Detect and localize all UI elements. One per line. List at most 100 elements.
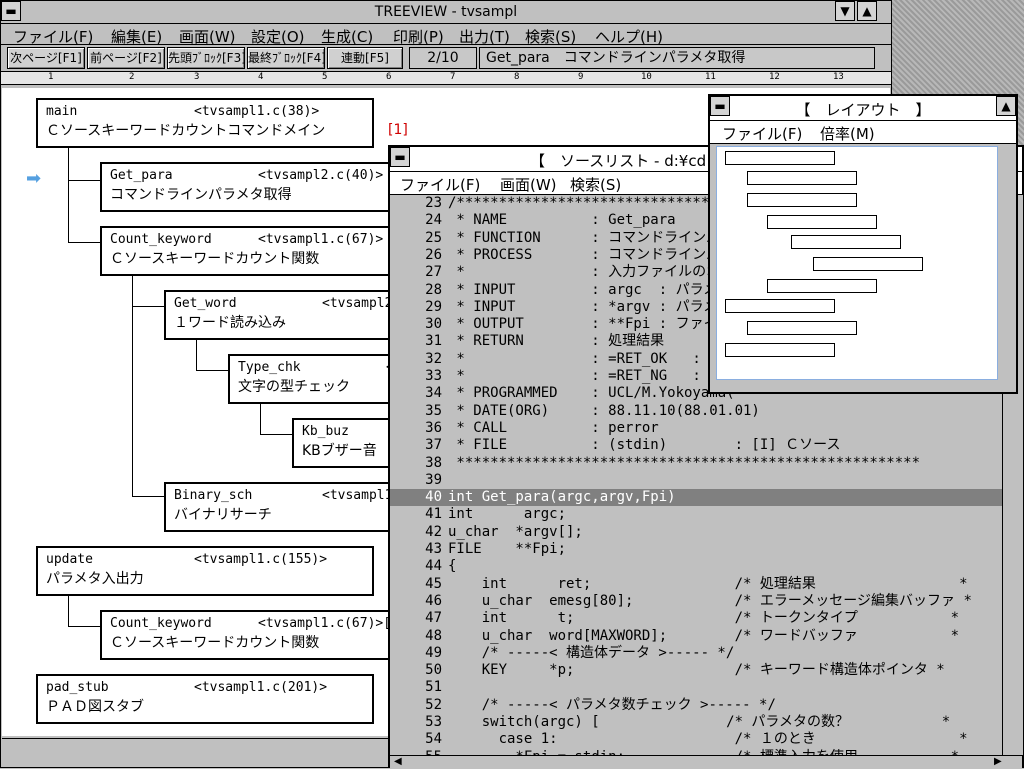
line-number: 51: [425, 679, 442, 696]
menu-search[interactable]: 検索(S): [525, 26, 576, 47]
mini-node: [747, 193, 857, 207]
tree-horizontal-scrollbar[interactable]: [2, 738, 390, 765]
node-name: Count_keyword: [110, 616, 212, 631]
code-line[interactable]: 40 int Get_para(argc,argv,Fpi): [390, 489, 1002, 507]
menu-help[interactable]: ヘルプ(H): [595, 26, 663, 47]
tree-node[interactable]: Count_keyword <tvsampl1.c(67)>[3 Ｃソースキーワー…: [100, 610, 390, 660]
first-block-button[interactable]: 先頭ﾌﾞﾛｯｸ[F3]: [167, 47, 245, 69]
node-desc: Ｃソースキーワードカウント関数: [110, 635, 320, 651]
code-line[interactable]: 47 int t; /* トークンタイプ *: [390, 610, 1002, 627]
line-number: 25: [425, 229, 442, 246]
next-page-button[interactable]: 次ページ[F1]: [7, 47, 85, 69]
tree-connector: [196, 370, 228, 371]
line-number: 27: [425, 264, 442, 281]
line-text: int Get_para(argc,argv,Fpi): [448, 489, 676, 506]
window-title: TREEVIEW - tvsampl: [374, 4, 518, 20]
tree-node[interactable]: Get_word <tvsampl2. １ワード読み込み: [164, 290, 390, 340]
line-text: * INPUT : argc : パラメタ: [448, 281, 732, 298]
code-line[interactable]: 52 /* -----< パラメタ数チェック >----- */: [390, 697, 1002, 714]
tree-node[interactable]: main <tvsampl1.c(38)> Ｃソースキーワードカウントコマンドメイ…: [36, 98, 374, 148]
code-line[interactable]: 38 *************************************…: [390, 455, 1002, 472]
menu-generate[interactable]: 生成(C): [321, 26, 373, 47]
menu-print[interactable]: 印刷(P): [393, 26, 444, 47]
line-number: 37: [425, 437, 442, 454]
layout-preview[interactable]: [716, 146, 998, 380]
tree-node[interactable]: pad_stub <tvsampl1.c(201)> ＰＡＤ図スタブ: [36, 674, 374, 724]
code-line[interactable]: 35 * DATE(ORG) : 88.11.10(88.01.01): [390, 403, 1002, 420]
code-line[interactable]: 49 /* -----< 構造体データ >----- */: [390, 645, 1002, 662]
current-arrow-icon: ➡: [26, 168, 42, 189]
tree-connector: [68, 148, 69, 242]
code-line[interactable]: 50 KEY *p; /* キーワード構造体ポインタ *: [390, 662, 1002, 679]
code-line[interactable]: 45 int ret; /* 処理結果 *: [390, 576, 1002, 593]
line-text: * : =RET_OK : 正常: [448, 350, 738, 367]
menu-file[interactable]: ファイル(F): [13, 26, 93, 47]
code-line[interactable]: 41 int argc;: [390, 506, 1002, 523]
code-line[interactable]: 53 switch(argc) [ /* パラメタの数？ *: [390, 714, 1002, 731]
layout-menu-file[interactable]: ファイル(F): [722, 123, 802, 144]
layout-maximize-button[interactable]: ▲: [996, 96, 1016, 116]
mini-node: [791, 235, 901, 249]
menu-view[interactable]: 画面(W): [179, 26, 236, 47]
node-ref: <tvsampl1.: [322, 488, 388, 503]
source-menu-file[interactable]: ファイル(F): [400, 174, 480, 195]
prev-page-button[interactable]: 前ページ[F2]: [87, 47, 165, 69]
code-line[interactable]: 46 u_char emesg[80]; /* エラーメッセージ編集バッファ *: [390, 593, 1002, 610]
line-number: 23: [425, 195, 442, 211]
line-text: * INPUT : *argv : パラメタ: [448, 298, 732, 315]
node-name: Get_para: [110, 168, 173, 183]
ruler-mark: 13: [833, 72, 844, 82]
tree-node[interactable]: Count_keyword <tvsampl1.c(67)> Ｃソースキーワードカ…: [100, 226, 390, 276]
line-text: int t; /* トークンタイプ *: [448, 610, 960, 627]
menu-settings[interactable]: 設定(O): [251, 26, 305, 47]
line-text: * : =RET_NG : 異常: [448, 368, 738, 384]
tree-node[interactable]: update <tvsampl1.c(155)> パラメタ入出力: [36, 546, 374, 596]
line-text: int argc;: [448, 506, 567, 523]
link-button[interactable]: 連動[F5]: [327, 47, 403, 69]
code-line[interactable]: 39: [390, 472, 1002, 489]
line-number: 34: [425, 385, 442, 402]
line-number: 32: [425, 350, 442, 367]
source-system-menu-button[interactable]: ▬: [390, 147, 410, 167]
node-ref: <tvsampl1.c(38)>: [194, 104, 320, 119]
node-desc: KBブザー音: [302, 443, 377, 459]
code-line[interactable]: 51: [390, 679, 1002, 696]
layout-window: ▬ 【 レイアウト 】 ▲ ファイル(F) 倍率(M): [708, 94, 1018, 394]
line-number: 48: [425, 627, 442, 644]
node-name: Binary_sch: [174, 488, 253, 503]
layout-menubar: ファイル(F) 倍率(M): [710, 121, 1016, 144]
menu-edit[interactable]: 編集(E): [111, 26, 162, 47]
tree-node[interactable]: Binary_sch <tvsampl1. バイナリサーチ: [164, 482, 390, 532]
node-name: main: [46, 104, 78, 119]
line-text: * : 入力ファイルのオ: [448, 264, 721, 281]
page-marker: [1]: [388, 122, 408, 138]
menu-output[interactable]: 出力(T): [459, 26, 510, 47]
tree-node-selected[interactable]: Get_para <tvsampl2.c(40)> コマンドラインパラメタ取得: [100, 162, 390, 212]
tree-node[interactable]: Type_chk<t 文字の型チェック: [228, 354, 390, 404]
code-line[interactable]: 42 u_char *argv[];: [390, 524, 1002, 541]
code-line[interactable]: 54 case 1: /* １のとき *: [390, 731, 1002, 748]
code-line[interactable]: 43 FILE **Fpi;: [390, 541, 1002, 558]
tree-connector: [68, 594, 69, 626]
line-number: 36: [425, 419, 442, 436]
code-line[interactable]: 44 {: [390, 558, 1002, 575]
node-ref: <tvsampl1.c(67)>[3: [258, 616, 390, 631]
scroll-right-icon[interactable]: ▶: [994, 756, 1002, 767]
last-block-button[interactable]: 最終ﾌﾞﾛｯｸ[F4]: [247, 47, 325, 69]
code-line[interactable]: 36 * CALL : perror: [390, 420, 1002, 437]
source-menu-view[interactable]: 画面(W): [500, 174, 557, 195]
code-line[interactable]: 37 * FILE : (stdin) : [I] Ｃソース: [390, 437, 1002, 454]
page-indicator: 2/10: [409, 47, 477, 69]
minimize-button[interactable]: ▼: [835, 1, 855, 21]
line-number: 29: [425, 298, 442, 315]
layout-menu-zoom[interactable]: 倍率(M): [820, 123, 875, 144]
maximize-button[interactable]: ▲: [857, 1, 877, 21]
line-text: switch(argc) [ /* パラメタの数？ *: [448, 714, 951, 730]
line-number: 35: [425, 402, 442, 419]
line-number: 53: [425, 714, 442, 730]
scroll-left-icon[interactable]: ◀: [394, 756, 402, 767]
tree-node[interactable]: Kb_buz KBブザー音: [292, 418, 390, 468]
source-horizontal-scrollbar[interactable]: ◀ ▶: [390, 755, 1022, 769]
code-line[interactable]: 48 u_char word[MAXWORD]; /* ワードバッファ *: [390, 628, 1002, 645]
source-menu-search[interactable]: 検索(S): [570, 174, 621, 195]
